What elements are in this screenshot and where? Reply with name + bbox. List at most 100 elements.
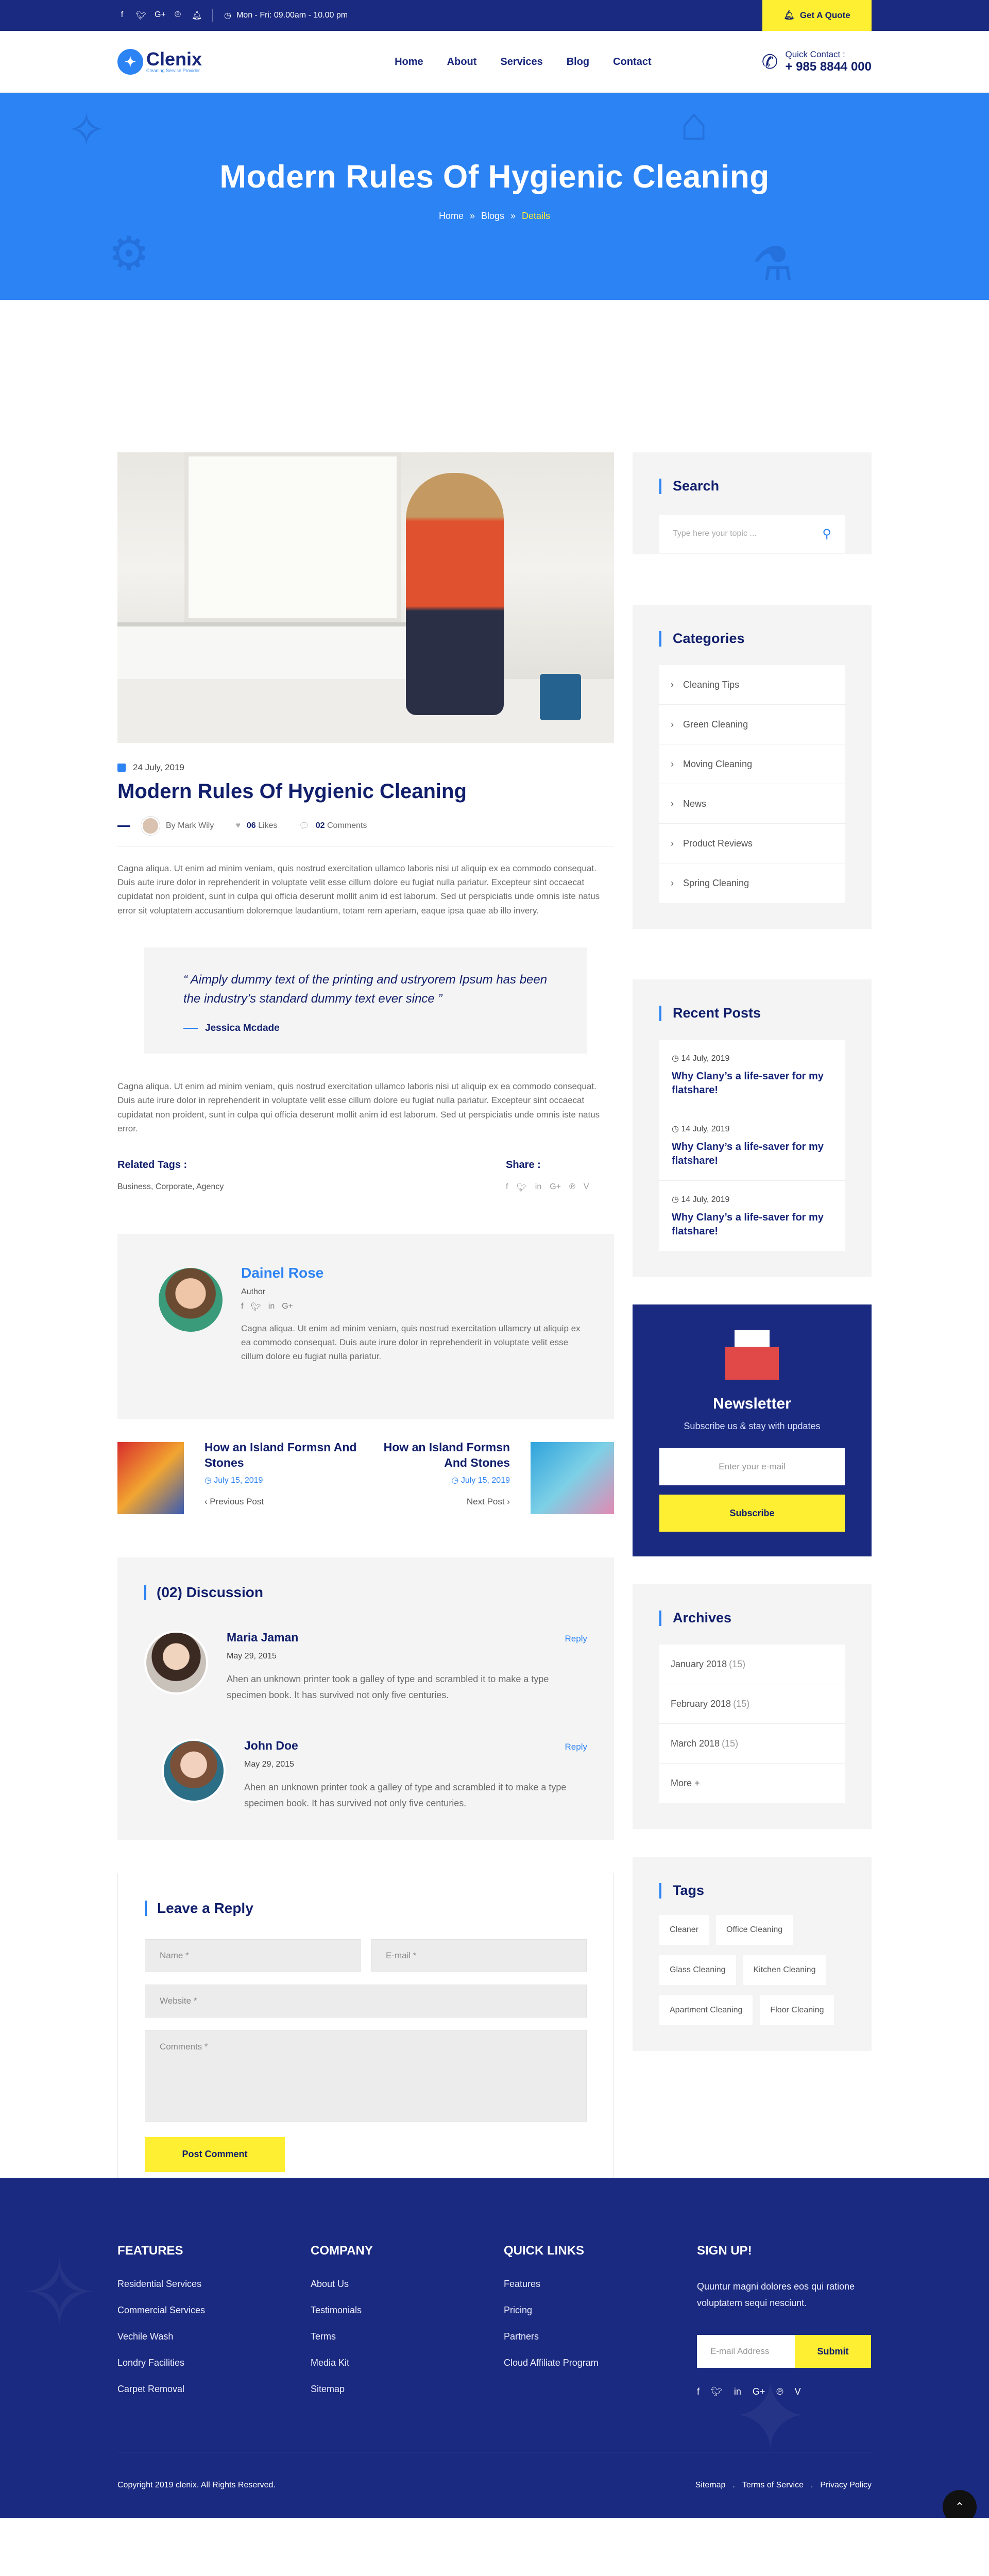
linkedin-icon[interactable]: in bbox=[268, 1302, 275, 1312]
recent-post-title[interactable]: Why Clany’s a life-saver for my flatshar… bbox=[672, 1140, 832, 1168]
tag-item[interactable]: Floor Cleaning bbox=[760, 1995, 834, 2025]
twitter-icon[interactable]: 🐦︎ bbox=[516, 1182, 526, 1193]
previous-post-title[interactable]: How an Island Formsn And Stones bbox=[204, 1440, 360, 1471]
footer-bottom-link[interactable]: Privacy Policy bbox=[820, 2481, 872, 2490]
footer-link[interactable]: Pricing bbox=[504, 2305, 697, 2316]
reply-button[interactable]: Reply bbox=[565, 1742, 587, 1752]
footer-link[interactable]: About Us bbox=[311, 2279, 504, 2290]
facebook-icon[interactable]: f bbox=[241, 1302, 243, 1312]
search-icon[interactable]: ⚲ bbox=[822, 527, 831, 541]
post-comment-button[interactable]: Post Comment bbox=[145, 2137, 285, 2172]
post-author[interactable]: By Mark Wily bbox=[166, 821, 214, 831]
breadcrumb-home[interactable]: Home bbox=[439, 211, 464, 222]
email-field[interactable]: E-mail * bbox=[371, 1939, 587, 1972]
get-quote-label: Get A Quote bbox=[799, 10, 850, 20]
footer-link[interactable]: Londry Facilities bbox=[117, 2358, 311, 2368]
recent-post-title[interactable]: Why Clany’s a life-saver for my flatshar… bbox=[672, 1211, 832, 1239]
facebook-icon[interactable]: f bbox=[117, 10, 127, 21]
footer-bottom-link[interactable]: Sitemap bbox=[695, 2481, 726, 2490]
google-plus-icon[interactable]: G+ bbox=[753, 2386, 765, 2397]
twitter-icon[interactable]: 🐦︎ bbox=[250, 1302, 261, 1312]
calendar-icon bbox=[117, 764, 126, 772]
category-item[interactable]: › Spring Cleaning bbox=[659, 863, 845, 903]
google-plus-icon[interactable]: G+ bbox=[550, 1182, 561, 1193]
business-hours: ◷ Mon - Fri: 09.00am - 10.00 pm bbox=[224, 10, 348, 21]
breadcrumb-blogs[interactable]: Blogs bbox=[481, 211, 504, 222]
search-input[interactable]: Type here your topic ... ⚲ bbox=[659, 515, 845, 553]
category-item[interactable]: › Moving Cleaning bbox=[659, 744, 845, 784]
linkedin-icon[interactable]: in bbox=[734, 2386, 741, 2397]
author-name[interactable]: Dainel Rose bbox=[241, 1265, 581, 1281]
comments-field[interactable]: Comments * bbox=[145, 2029, 587, 2122]
archive-item[interactable]: February 2018 (15) bbox=[659, 1684, 845, 1724]
footer-link[interactable]: Sitemap bbox=[311, 2384, 504, 2395]
previous-post-link[interactable]: Previous Post bbox=[210, 1497, 264, 1506]
archive-more[interactable]: More + bbox=[659, 1764, 845, 1803]
previous-post[interactable]: How an Island Formsn And Stones ◷ July 1… bbox=[117, 1440, 360, 1514]
facebook-icon[interactable]: f bbox=[697, 2386, 700, 2397]
next-post-thumbnail[interactable] bbox=[531, 1442, 614, 1514]
footer-link[interactable]: Features bbox=[504, 2279, 697, 2290]
name-field[interactable]: Name * bbox=[145, 1939, 361, 1972]
footer-bottom-link[interactable]: Terms of Service bbox=[742, 2481, 804, 2490]
archive-item[interactable]: March 2018 (15) bbox=[659, 1724, 845, 1764]
previous-post-thumbnail[interactable] bbox=[117, 1442, 184, 1514]
footer-link[interactable]: Terms bbox=[311, 2331, 504, 2342]
footer-link[interactable]: Media Kit bbox=[311, 2358, 504, 2368]
nav-home[interactable]: Home bbox=[395, 56, 423, 68]
footer-link[interactable]: Vechile Wash bbox=[117, 2331, 311, 2342]
tag-item[interactable]: Office Cleaning bbox=[716, 1915, 793, 1945]
category-item[interactable]: › Product Reviews bbox=[659, 824, 845, 863]
reply-button[interactable]: Reply bbox=[565, 1634, 587, 1644]
footer-link[interactable]: Testimonials bbox=[311, 2305, 504, 2316]
heart-icon[interactable]: ♥ bbox=[235, 821, 241, 831]
footer-link[interactable]: Residential Services bbox=[117, 2279, 311, 2290]
tag-item[interactable]: Glass Cleaning bbox=[659, 1955, 736, 1985]
tag-item[interactable]: Kitchen Cleaning bbox=[743, 1955, 826, 1985]
logo[interactable]: ✦ Clenix Cleaning Service Provider bbox=[117, 49, 202, 75]
footer-link[interactable]: Partners bbox=[504, 2331, 697, 2342]
nav-contact[interactable]: Contact bbox=[613, 56, 651, 68]
next-post-link[interactable]: Next Post bbox=[467, 1497, 505, 1506]
nav-blog[interactable]: Blog bbox=[567, 56, 589, 68]
pinterest-icon[interactable]: ℗ bbox=[776, 2386, 783, 2397]
category-item[interactable]: › News bbox=[659, 784, 845, 824]
nav-about[interactable]: About bbox=[447, 56, 477, 68]
related-tags[interactable]: Business, Corporate, Agency bbox=[117, 1182, 224, 1192]
linkedin-icon[interactable]: in bbox=[535, 1182, 541, 1193]
twitter-icon[interactable]: 🐦︎ bbox=[711, 2386, 723, 2397]
recent-post[interactable]: ◷ 14 July, 2019 Why Clany’s a life-saver… bbox=[659, 1110, 845, 1181]
tag-item[interactable]: Cleaner bbox=[659, 1915, 709, 1945]
recent-post[interactable]: ◷ 14 July, 2019 Why Clany’s a life-saver… bbox=[659, 1040, 845, 1110]
subscribe-button[interactable]: Subscribe bbox=[659, 1495, 845, 1532]
website-field[interactable]: Website * bbox=[145, 1984, 587, 2018]
recent-post[interactable]: ◷ 14 July, 2019 Why Clany’s a life-saver… bbox=[659, 1181, 845, 1251]
get-quote-button[interactable]: 🔔︎ Get A Quote bbox=[762, 0, 872, 31]
vimeo-icon[interactable]: V bbox=[795, 2386, 801, 2397]
recent-post-title[interactable]: Why Clany’s a life-saver for my flatshar… bbox=[672, 1070, 832, 1097]
nav-services[interactable]: Services bbox=[500, 56, 542, 68]
footer-link[interactable]: Commercial Services bbox=[117, 2305, 311, 2316]
footer-link[interactable]: Cloud Affiliate Program bbox=[504, 2358, 697, 2368]
footer-link[interactable]: Carpet Removal bbox=[117, 2384, 311, 2395]
vimeo-icon[interactable]: V bbox=[584, 1182, 589, 1193]
category-item[interactable]: › Cleaning Tips bbox=[659, 665, 845, 705]
facebook-icon[interactable]: f bbox=[506, 1182, 508, 1193]
tag-item[interactable]: Apartment Cleaning bbox=[659, 1995, 753, 2025]
scroll-to-top-icon[interactable]: ⌃ bbox=[943, 2490, 977, 2518]
footer-submit-button[interactable]: Submit bbox=[795, 2335, 871, 2368]
twitter-icon[interactable]: 🐦︎ bbox=[136, 10, 146, 21]
bell-icon[interactable]: 🔔︎ bbox=[192, 10, 202, 21]
contact-phone[interactable]: + 985 8844 000 bbox=[785, 60, 872, 74]
next-post-title[interactable]: How an Island Formsn And Stones bbox=[372, 1440, 510, 1471]
newsletter-email-input[interactable]: Enter your e-mail bbox=[659, 1448, 845, 1485]
archive-item[interactable]: January 2018 (15) bbox=[659, 1645, 845, 1684]
pinterest-icon[interactable]: ℗ bbox=[173, 10, 182, 21]
pinterest-icon[interactable]: ℗ bbox=[569, 1182, 575, 1193]
next-post[interactable]: How an Island Formsn And Stones ◷ July 1… bbox=[372, 1440, 614, 1514]
footer-email-input[interactable]: E-mail Address bbox=[697, 2335, 795, 2368]
category-item[interactable]: › Green Cleaning bbox=[659, 705, 845, 744]
author-avatar bbox=[141, 817, 160, 835]
google-plus-icon[interactable]: G+ bbox=[155, 10, 166, 21]
google-plus-icon[interactable]: G+ bbox=[282, 1302, 293, 1312]
